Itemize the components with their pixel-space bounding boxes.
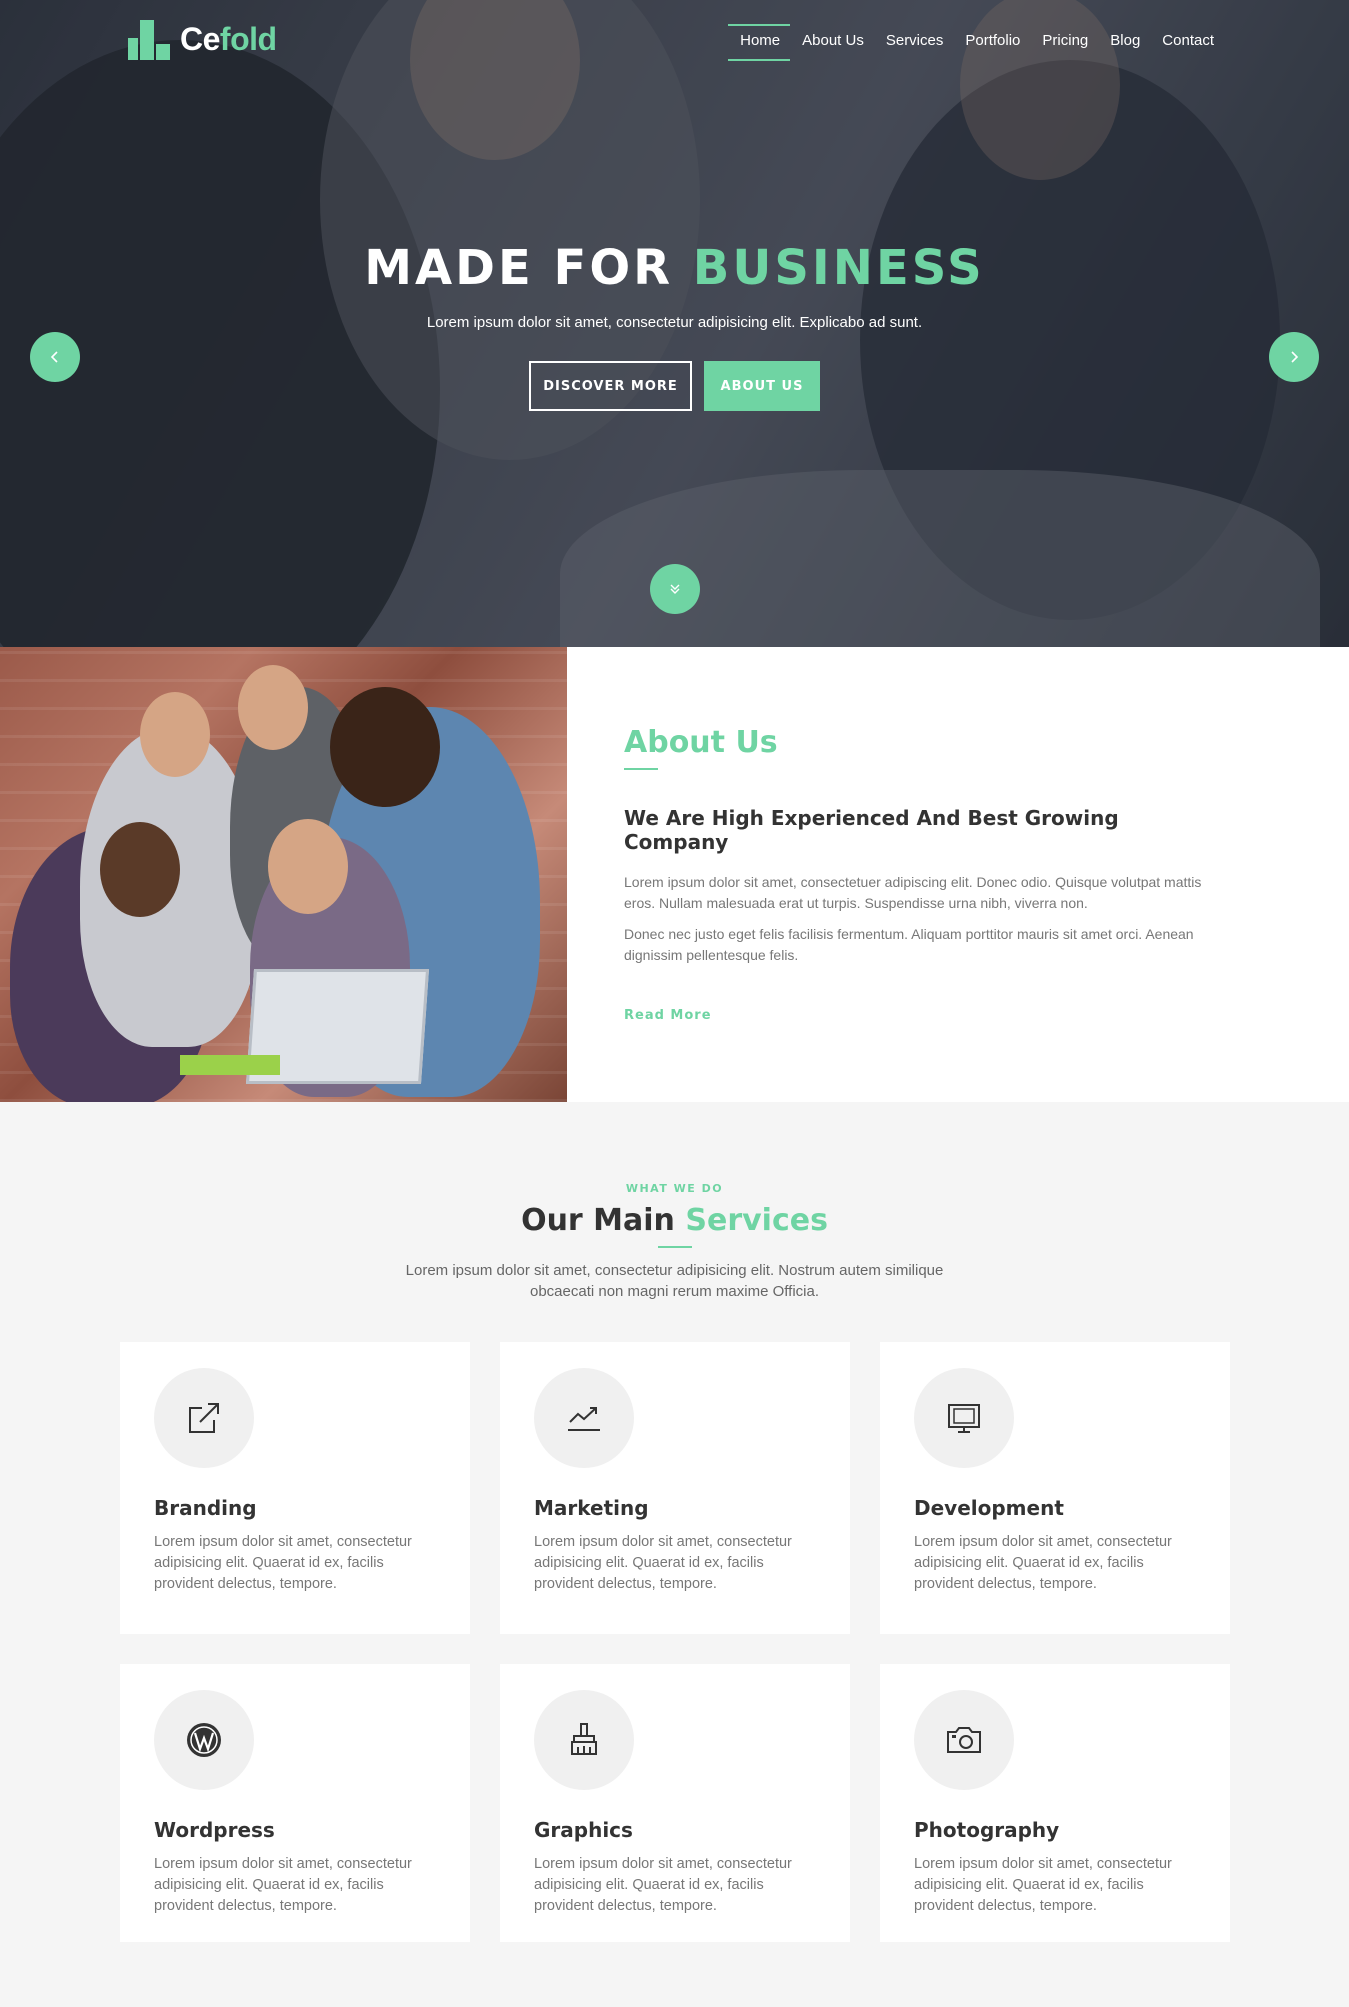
services-title-part: Our Main — [521, 1203, 686, 1238]
about-paragraph: Donec nec justo eget felis facilisis fer… — [624, 926, 1194, 963]
card-title: Branding — [154, 1496, 257, 1520]
nav-item-blog[interactable]: Blog — [1098, 22, 1150, 61]
trending-up-icon — [568, 1407, 600, 1431]
icon-circle — [154, 1368, 254, 1468]
read-more-link[interactable]: Read More — [624, 1008, 712, 1023]
icon-circle — [534, 1690, 634, 1790]
title-underline — [657, 1246, 692, 1248]
about-paragraph: Lorem ipsum dolor sit amet, consectetuer… — [624, 874, 1202, 911]
card-text: Lorem ipsum dolor sit amet, consectetur … — [914, 1534, 1172, 1592]
books — [180, 1055, 280, 1075]
scroll-down-button[interactable] — [650, 564, 700, 614]
service-card-development[interactable]: Development Lorem ipsum dolor sit amet, … — [880, 1342, 1230, 1634]
service-card-graphics[interactable]: Graphics Lorem ipsum dolor sit amet, con… — [500, 1664, 850, 1942]
nav-item-services[interactable]: Services — [874, 22, 954, 61]
services-eyebrow: WHAT WE DO — [625, 1182, 724, 1195]
logo-text-part: Ce — [180, 20, 220, 57]
hero-subtitle: Lorem ipsum dolor sit amet, consectetur … — [426, 314, 923, 331]
icon-circle — [154, 1690, 254, 1790]
nav-item-contact[interactable]: Contact — [1150, 22, 1224, 61]
card-title: Graphics — [534, 1818, 633, 1842]
service-card-branding[interactable]: Branding Lorem ipsum dolor sit amet, con… — [120, 1342, 470, 1634]
icon-circle — [534, 1368, 634, 1468]
card-text: Lorem ipsum dolor sit amet, consectetur … — [534, 1856, 792, 1914]
hero-title: MADE FOR BUSINESS — [0, 240, 1349, 296]
logo[interactable]: Cefold — [128, 18, 277, 60]
about-text: About Us We Are High Experienced And Bes… — [624, 725, 1224, 1023]
services-title-accent: Services — [685, 1203, 828, 1238]
hero-content: MADE FOR BUSINESS Lorem ipsum dolor sit … — [0, 240, 1349, 411]
hero-buttons: DISCOVER MORE ABOUT US — [0, 361, 1349, 411]
icon-circle — [914, 1368, 1014, 1468]
wordpress-icon — [187, 1723, 221, 1757]
services-description: Lorem ipsum dolor sit amet, consectetur … — [405, 1262, 944, 1300]
team-photo — [0, 647, 567, 1102]
about-us-button[interactable]: ABOUT US — [704, 361, 820, 411]
card-text: Lorem ipsum dolor sit amet, consectetur … — [534, 1534, 792, 1592]
nav-item-portfolio[interactable]: Portfolio — [953, 22, 1030, 61]
card-title: Marketing — [534, 1496, 649, 1520]
about-section: About Us We Are High Experienced And Bes… — [0, 647, 1349, 1102]
brush-icon — [571, 1723, 597, 1755]
card-text: Lorem ipsum dolor sit amet, consectetur … — [154, 1856, 412, 1914]
services-title: Our Main Services — [0, 1203, 1349, 1238]
hero-title-accent: BUSINESS — [692, 240, 985, 296]
navbar: Cefold Home About Us Services Portfolio … — [0, 0, 1349, 80]
title-underline — [624, 768, 658, 770]
services-section: WHAT WE DO Our Main Services Lorem ipsum… — [0, 1102, 1349, 2007]
hero-section: Cefold Home About Us Services Portfolio … — [0, 0, 1349, 647]
card-title: Development — [914, 1496, 1064, 1520]
logo-text-accent: fold — [219, 20, 277, 57]
nav-item-pricing[interactable]: Pricing — [1030, 22, 1098, 61]
services-header: WHAT WE DO Our Main Services Lorem ipsum… — [0, 1182, 1349, 1302]
about-subtitle: We Are High Experienced And Best Growing… — [624, 806, 1119, 854]
monitor-icon — [948, 1404, 980, 1433]
service-card-marketing[interactable]: Marketing Lorem ipsum dolor sit amet, co… — [500, 1342, 850, 1634]
service-card-wordpress[interactable]: Wordpress Lorem ipsum dolor sit amet, co… — [120, 1664, 470, 1942]
nav-item-about-us[interactable]: About Us — [790, 22, 874, 61]
icon-circle — [914, 1690, 1014, 1790]
discover-more-button[interactable]: DISCOVER MORE — [529, 361, 692, 411]
camera-icon — [947, 1727, 981, 1753]
card-text: Lorem ipsum dolor sit amet, consectetur … — [914, 1856, 1172, 1914]
card-text: Lorem ipsum dolor sit amet, consectetur … — [154, 1534, 412, 1592]
card-title: Wordpress — [154, 1818, 275, 1842]
double-chevron-down-icon — [670, 584, 680, 594]
card-title: Photography — [914, 1818, 1060, 1842]
nav-item-home[interactable]: Home — [728, 22, 791, 61]
service-cards: Branding Lorem ipsum dolor sit amet, con… — [120, 1342, 1230, 1942]
logo-text: Cefold — [180, 21, 277, 58]
building-icon — [128, 18, 172, 60]
main-nav: Home About Us Services Portfolio Pricing… — [728, 22, 1224, 61]
hero-title-part: MADE FOR — [364, 240, 693, 296]
external-link-icon — [189, 1403, 219, 1433]
service-card-photography[interactable]: Photography Lorem ipsum dolor sit amet, … — [880, 1664, 1230, 1942]
about-title: About Us — [624, 725, 778, 760]
